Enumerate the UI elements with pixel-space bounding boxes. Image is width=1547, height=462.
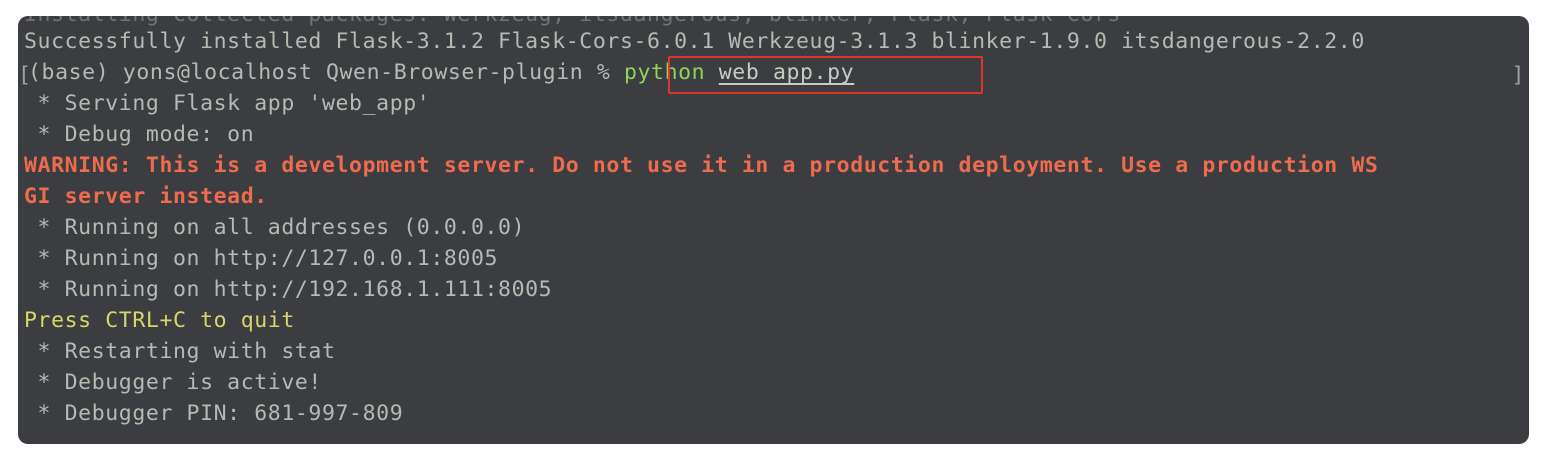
- terminal-line-debugger-active: * Debugger is active!: [24, 370, 322, 395]
- terminal-line-all-addresses: * Running on all addresses (0.0.0.0): [24, 215, 526, 240]
- terminal-line-serving: * Serving Flask app 'web_app': [24, 91, 431, 116]
- terminal-line-install-success: Successfully installed Flask-3.1.2 Flask…: [24, 29, 1365, 54]
- terminal-line-warning-1: WARNING: This is a development server. D…: [24, 153, 1379, 178]
- command-highlight-box: [668, 56, 983, 94]
- terminal-line-lan-url: * Running on http://192.168.1.111:8005: [24, 277, 553, 302]
- terminal-line-localhost-url: * Running on http://127.0.0.1:8005: [24, 246, 499, 271]
- terminal-line-warning-2: GI server instead.: [24, 184, 268, 209]
- terminal-line-restarting: * Restarting with stat: [24, 339, 336, 364]
- terminal-window[interactable]: Installing collected packages: Werkzeug,…: [18, 16, 1529, 444]
- terminal-line-debug-mode: * Debug mode: on: [24, 122, 255, 147]
- terminal-line-debugger-pin: * Debugger PIN: 681-997-809: [24, 401, 404, 426]
- prompt-bracket-right: ]: [1511, 63, 1525, 88]
- terminal-line-quit-hint: Press CTRL+C to quit: [24, 308, 295, 333]
- prompt-text: (base) yons@localhost Qwen-Browser-plugi…: [28, 60, 624, 85]
